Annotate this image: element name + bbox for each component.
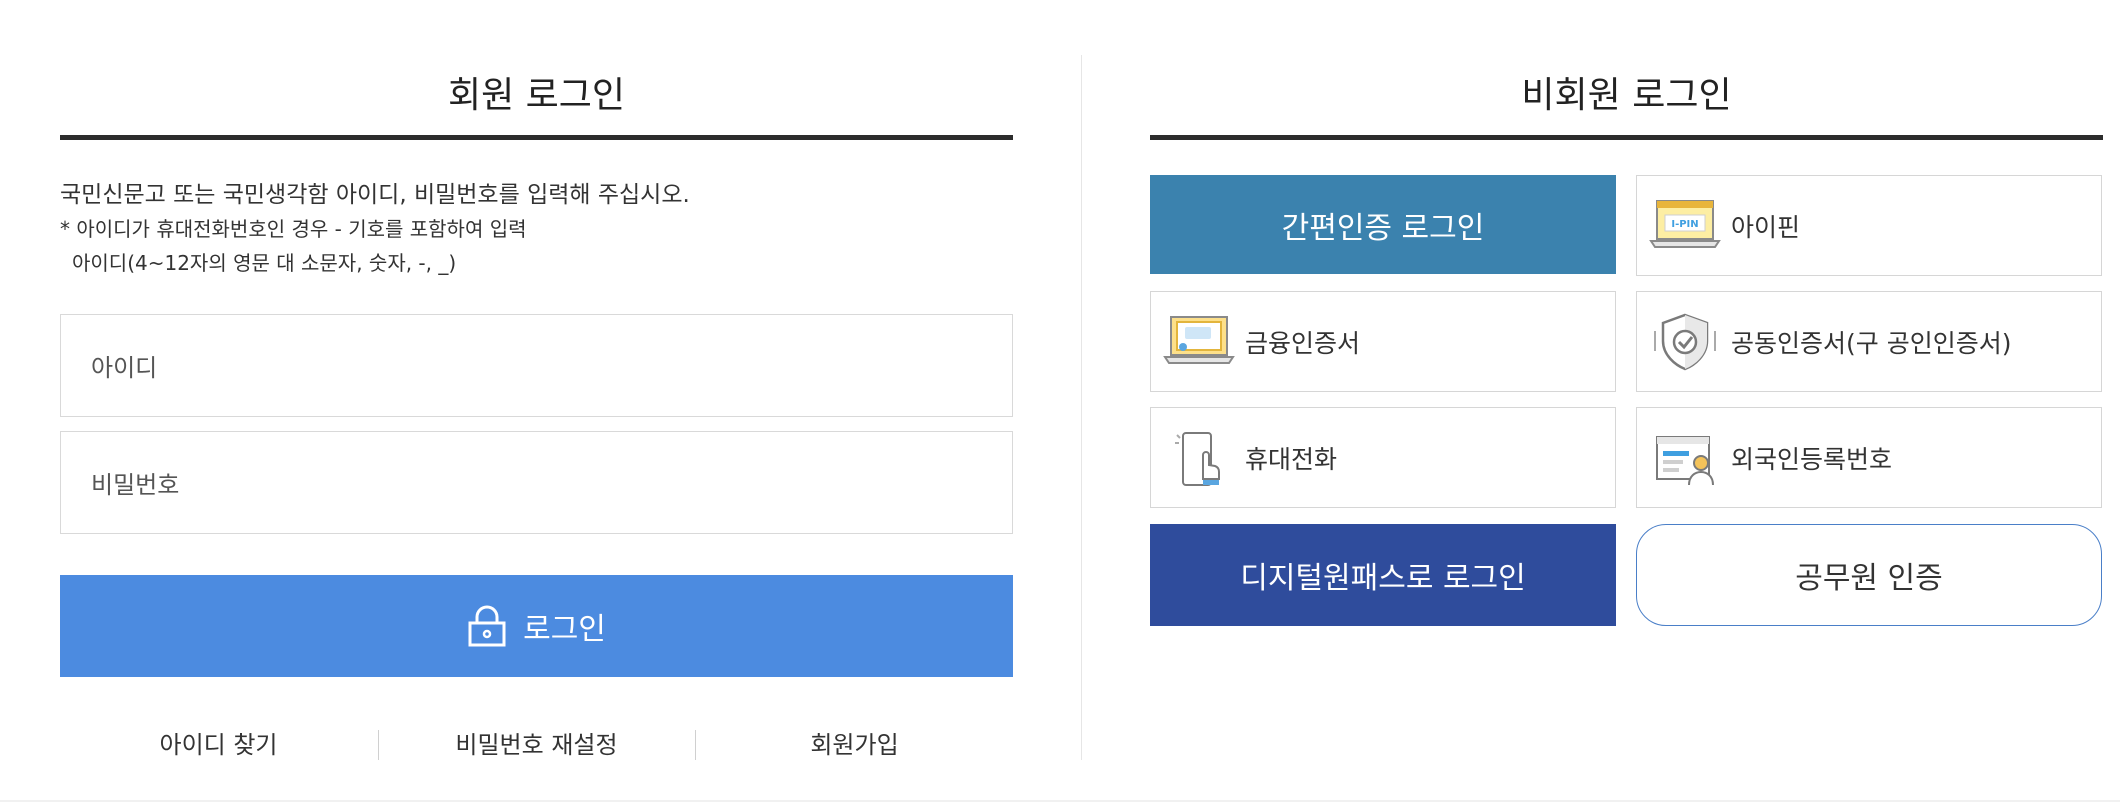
- joint-cert-button[interactable]: 공동인증서(구 공인인증서): [1636, 291, 2102, 392]
- id-input[interactable]: 아이디: [60, 314, 1013, 417]
- ipin-laptop-icon: I-PIN: [1649, 195, 1721, 257]
- mobile-phone-button[interactable]: 휴대전화: [1150, 407, 1616, 508]
- digital-onepass-login-button[interactable]: 디지털원패스로 로그인: [1150, 524, 1616, 626]
- signup-link[interactable]: 회원가입: [696, 725, 1013, 761]
- login-guide-note-id-rule: 아이디(4~12자의 영문 대 소문자, 숫자, -, _): [72, 251, 457, 275]
- login-button[interactable]: 로그인: [60, 575, 1013, 677]
- simple-auth-login-button[interactable]: 간편인증 로그인: [1150, 175, 1616, 274]
- phone-touch-icon: [1163, 427, 1235, 489]
- nonmember-login-title: 비회원 로그인: [1521, 75, 1732, 116]
- bottom-divider: [0, 800, 2120, 802]
- login-guide-text: 국민신문고 또는 국민생각함 아이디, 비밀번호를 입력해 주십시오.: [60, 182, 690, 208]
- foreigner-registration-label: 외국인등록번호: [1731, 444, 1893, 474]
- shield-check-icon: [1649, 311, 1721, 373]
- title-rule: [60, 135, 1013, 140]
- member-login-title: 회원 로그인: [447, 75, 626, 116]
- official-auth-label: 공무원 인증: [1795, 561, 1943, 596]
- reset-password-link[interactable]: 비밀번호 재설정: [378, 725, 695, 761]
- login-guide-note: * 아이디가 휴대전화번호인 경우 - 기호를 포함하여 입력: [60, 217, 527, 241]
- foreigner-registration-button[interactable]: 외국인등록번호: [1636, 407, 2102, 508]
- mobile-phone-label: 휴대전화: [1245, 444, 1338, 474]
- find-id-link[interactable]: 아이디 찾기: [60, 725, 377, 761]
- login-button-label: 로그인: [523, 612, 606, 647]
- financial-cert-button[interactable]: 금융인증서: [1150, 291, 1616, 392]
- id-card-person-icon: [1649, 427, 1721, 489]
- ipin-button[interactable]: I-PIN 아이핀: [1636, 175, 2102, 276]
- ipin-badge-text: I-PIN: [1671, 219, 1698, 230]
- password-input-placeholder: 비밀번호: [91, 471, 180, 499]
- financial-cert-laptop-icon: [1163, 311, 1235, 373]
- financial-cert-label: 금융인증서: [1245, 328, 1361, 358]
- section-divider: [1081, 55, 1082, 760]
- title-rule: [1150, 135, 2103, 140]
- ipin-label: 아이핀: [1731, 212, 1801, 242]
- official-auth-button[interactable]: 공무원 인증: [1636, 524, 2102, 626]
- digital-onepass-label: 디지털원패스로 로그인: [1240, 561, 1526, 596]
- simple-auth-label: 간편인증 로그인: [1281, 210, 1485, 246]
- joint-cert-label: 공동인증서(구 공인인증서): [1731, 328, 2012, 358]
- id-input-placeholder: 아이디: [91, 354, 158, 382]
- password-input[interactable]: 비밀번호: [60, 431, 1013, 534]
- lock-icon: [467, 605, 507, 647]
